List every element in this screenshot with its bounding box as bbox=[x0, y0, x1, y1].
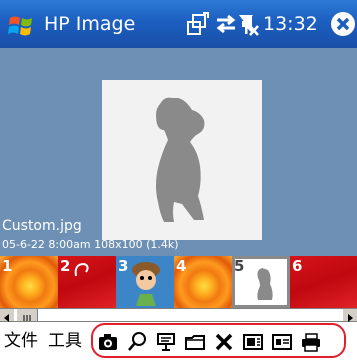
scroll-right-button[interactable] bbox=[343, 309, 357, 322]
thumbnail[interactable]: 2 bbox=[58, 256, 116, 308]
thumbnail[interactable]: 4 bbox=[174, 256, 232, 308]
thumbnail[interactable]: 6 bbox=[290, 256, 357, 308]
clock: 13:32 bbox=[263, 13, 318, 35]
image-info-icon[interactable] bbox=[242, 331, 264, 353]
slideshow-icon[interactable] bbox=[155, 331, 177, 353]
sync-icon[interactable] bbox=[214, 10, 238, 38]
card-icon[interactable] bbox=[271, 331, 293, 353]
thumbnail-number: 5 bbox=[234, 257, 245, 275]
thumbnail-number: 6 bbox=[292, 257, 303, 275]
thumbnail-selected[interactable]: 5 bbox=[232, 256, 290, 308]
camera-icon[interactable] bbox=[97, 331, 119, 353]
thumbnail[interactable]: 3 bbox=[116, 256, 174, 308]
highlighted-toolbar-group bbox=[91, 323, 346, 358]
cartoon-man bbox=[132, 262, 160, 306]
speaker-icon[interactable] bbox=[236, 10, 262, 38]
thumbnail[interactable]: 1 bbox=[0, 256, 58, 308]
menu-tools[interactable]: 工具 bbox=[48, 330, 82, 352]
search-icon[interactable] bbox=[126, 331, 148, 353]
pocket-pc-screen: HP Image 13:32 Custom.jpg 05-6-22 8:00am… bbox=[0, 0, 357, 360]
delete-icon[interactable] bbox=[213, 331, 235, 353]
dog-silhouette bbox=[156, 97, 205, 222]
swirl-decoration bbox=[74, 262, 89, 277]
menu-bar: 文件 工具 bbox=[0, 322, 357, 360]
scroll-thumb[interactable] bbox=[16, 309, 38, 321]
app-title: HP Image bbox=[44, 13, 136, 35]
thumbnail-strip[interactable]: 1 2 3 4 5 6 bbox=[0, 256, 357, 308]
image-preview-area[interactable]: Custom.jpg 05-6-22 8:00am 108x100 (1.4k) bbox=[0, 48, 357, 256]
horizontal-scrollbar[interactable] bbox=[0, 308, 357, 322]
photo-preview[interactable] bbox=[102, 80, 262, 240]
connectivity-icon[interactable] bbox=[186, 10, 210, 38]
thumbnail-number: 2 bbox=[60, 257, 71, 275]
file-name: Custom.jpg bbox=[2, 218, 82, 234]
title-bar: HP Image 13:32 bbox=[0, 0, 357, 48]
close-icon[interactable] bbox=[330, 11, 356, 37]
print-icon[interactable] bbox=[300, 331, 322, 353]
windows-start-icon[interactable] bbox=[8, 12, 34, 38]
file-info: 05-6-22 8:00am 108x100 (1.4k) bbox=[2, 238, 179, 251]
thumbnail-number: 1 bbox=[2, 257, 13, 275]
thumbnail-number: 4 bbox=[176, 257, 187, 275]
scroll-left-button[interactable] bbox=[0, 309, 14, 322]
folder-icon[interactable] bbox=[184, 331, 206, 353]
menu-file[interactable]: 文件 bbox=[4, 330, 38, 352]
dog-thumbnail bbox=[257, 268, 273, 300]
